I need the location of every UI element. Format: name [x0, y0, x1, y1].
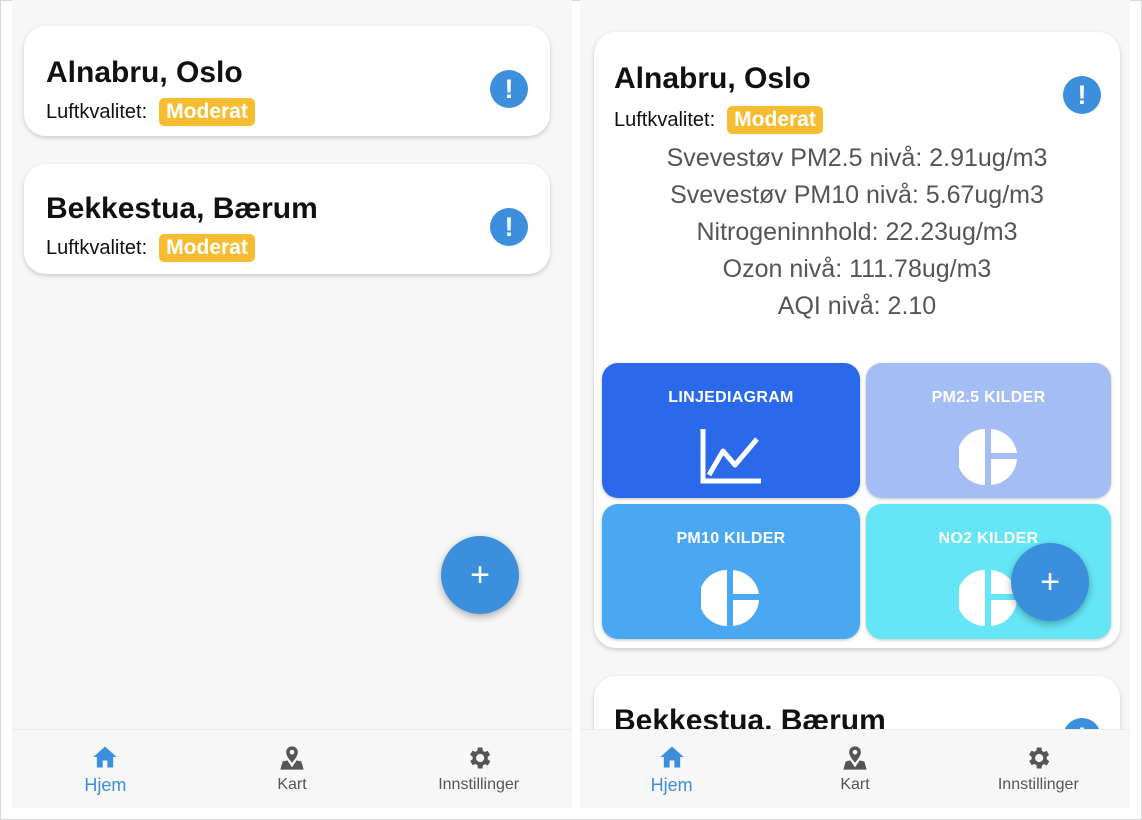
nav-label: Innstillinger	[997, 776, 1079, 793]
nav-label: Kart	[277, 776, 307, 793]
air-quality-label: Luftkvalitet:	[46, 236, 148, 259]
nav-home[interactable]: Hjem	[12, 730, 199, 808]
location-card-bekkestua[interactable]: Bekkestua, Bærum Luftkvalitet: Moderat !	[24, 164, 550, 274]
exclamation-icon[interactable]: !	[490, 208, 528, 246]
status-badge: Moderat	[159, 234, 255, 262]
gear-icon	[469, 747, 490, 769]
air-quality-row: Luftkvalitet: Moderat	[46, 234, 255, 262]
tile-label: NO2 KILDER	[938, 530, 1039, 547]
add-location-button[interactable]: +	[441, 536, 519, 614]
location-title: Bekkestua, Bærum	[46, 192, 318, 225]
tile-pm10-sources[interactable]: PM10 KILDER	[602, 504, 860, 639]
pie-chart-icon	[958, 429, 1017, 485]
nav-map[interactable]: Kart	[763, 730, 946, 808]
map-pin-icon	[843, 746, 867, 770]
location-card-alnabru[interactable]: Alnabru, Oslo Luftkvalitet: Moderat !	[24, 26, 550, 136]
bottom-navigation: Hjem Kart Innstillinger	[12, 729, 572, 808]
map-pin-icon	[280, 746, 304, 770]
bottom-navigation: Hjem Kart Innstillinger	[580, 729, 1130, 808]
exclamation-icon[interactable]: !	[1063, 76, 1101, 114]
metric-aqi: AQI nivå: 2.10	[777, 292, 937, 320]
nav-label: Innstillinger	[438, 776, 520, 793]
add-location-button[interactable]: +	[1011, 543, 1089, 621]
air-quality-row: Luftkvalitet: Moderat	[46, 98, 255, 126]
metric-no2: Nitrogeninnhold: 22.23ug/m3	[696, 218, 1018, 246]
tile-label: PM2.5 KILDER	[931, 389, 1046, 406]
tile-pm25-sources[interactable]: PM2.5 KILDER	[866, 363, 1111, 498]
tile-label: PM10 KILDER	[676, 530, 786, 547]
exclamation-icon[interactable]: !	[490, 70, 528, 108]
pie-chart-icon	[958, 570, 1017, 626]
gear-icon	[1029, 747, 1050, 769]
location-title: Alnabru, Oslo	[46, 56, 243, 89]
nav-map[interactable]: Kart	[199, 730, 386, 808]
air-quality-label: Luftkvalitet:	[46, 100, 148, 123]
nav-home[interactable]: Hjem	[580, 730, 763, 808]
status-badge: Moderat	[159, 98, 255, 126]
nav-label: Hjem	[84, 774, 127, 795]
nav-label: Kart	[840, 776, 870, 793]
home-screen-expanded: Alnabru, Oslo Luftkvalitet: Moderat ! Sv…	[580, 0, 1130, 808]
metric-ozone: Ozon nivå: 111.78ug/m3	[722, 255, 992, 283]
nav-settings[interactable]: Innstillinger	[385, 730, 572, 808]
metrics-list: Svevestøv PM2.5 nivå: 2.91ug/m3 Svevestø…	[594, 140, 1120, 325]
tile-label: LINJEDIAGRAM	[668, 389, 794, 406]
pie-chart-icon	[701, 570, 759, 626]
metric-pm25: Svevestøv PM2.5 nivå: 2.91ug/m3	[666, 144, 1048, 172]
metric-pm10: Svevestøv PM10 nivå: 5.67ug/m3	[670, 181, 1044, 209]
status-badge: Moderat	[727, 106, 823, 134]
air-quality-row: Luftkvalitet: Moderat	[614, 106, 823, 134]
air-quality-label: Luftkvalitet:	[614, 108, 716, 131]
tile-line-chart[interactable]: LINJEDIAGRAM	[602, 363, 860, 498]
nav-settings[interactable]: Innstillinger	[947, 730, 1130, 808]
nav-label: Hjem	[650, 774, 693, 795]
line-chart-icon	[700, 429, 761, 484]
home-screen-collapsed: Alnabru, Oslo Luftkvalitet: Moderat ! Be…	[12, 0, 572, 808]
location-title: Alnabru, Oslo	[614, 62, 811, 95]
home-icon	[93, 746, 117, 767]
home-icon	[659, 746, 684, 767]
